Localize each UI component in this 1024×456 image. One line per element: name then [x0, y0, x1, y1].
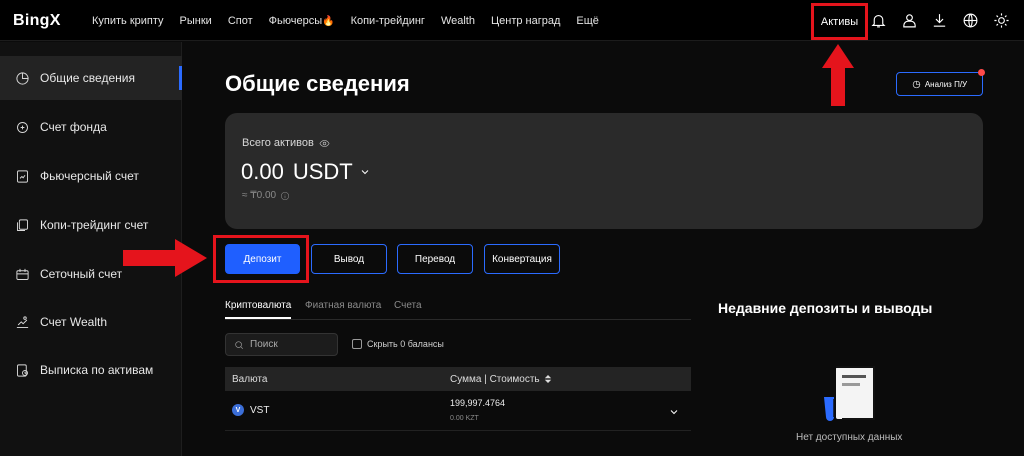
search-box [225, 333, 338, 356]
sidebar-item-asset-statement[interactable]: Выписка по активам [0, 348, 182, 392]
annotation-arrow-right-icon [123, 239, 207, 277]
tab-crypto[interactable]: Криптовалюта [225, 300, 291, 311]
coin-amount: 199,997.4764 [450, 398, 506, 408]
grid-icon [14, 266, 30, 282]
chevron-down-icon[interactable] [668, 405, 680, 417]
table-row[interactable]: V VST 199,997.4764 0.00 KZT [225, 393, 691, 431]
total-assets-label: Всего активов [242, 137, 330, 149]
download-icon[interactable] [930, 11, 948, 29]
fire-icon: 🔥 [322, 15, 335, 27]
total-assets-card: Всего активов 0.00 USDT ≈ ₸0.00 [225, 113, 983, 229]
nav-copy-trading[interactable]: Копи-трейдинг [351, 15, 425, 27]
sidebar-item-futures-account[interactable]: Фьючерсный счет [0, 154, 182, 198]
hide-zero-balances-toggle[interactable]: Скрыть 0 балансы [352, 339, 444, 349]
asset-tabs: Криптовалюта Фиатная валюта Счета [225, 296, 691, 320]
eye-icon[interactable] [319, 138, 330, 149]
sidebar-item-label: Копи-трейдинг счет [40, 218, 149, 232]
sidebar-item-label: Выписка по активам [40, 363, 154, 377]
main-nav: Купить крипту Рынки Спот Фьючерсы🔥 Копи-… [92, 0, 615, 41]
bell-icon[interactable] [869, 11, 887, 29]
sidebar-item-wealth-account[interactable]: Счет Wealth [0, 300, 182, 344]
nav-markets[interactable]: Рынки [180, 15, 212, 27]
deposit-button[interactable]: Депозит [225, 244, 300, 274]
sort-icon[interactable] [544, 375, 552, 383]
sidebar-item-label: Сеточный счет [40, 267, 123, 281]
column-amount-label: Сумма | Стоимость [450, 374, 540, 385]
coin-symbol: VST [250, 405, 270, 416]
futures-icon [14, 168, 30, 184]
user-icon[interactable] [900, 11, 918, 29]
nav-rewards-center[interactable]: Центр наград [491, 15, 560, 27]
vst-coin-icon: V [232, 404, 244, 416]
nav-futures[interactable]: Фьючерсы🔥 [269, 15, 335, 27]
pnl-analysis-button[interactable]: Анализ П/У [896, 69, 985, 96]
nav-buy-crypto[interactable]: Купить крипту [92, 15, 164, 27]
wealth-icon [14, 314, 30, 330]
total-assets-value: 0.00 USDT [241, 159, 371, 185]
fund-icon [14, 119, 30, 135]
tab-accounts[interactable]: Счета [394, 300, 422, 311]
sidebar-item-fund-account[interactable]: Счет фонда [0, 105, 182, 149]
tab-fiat[interactable]: Фиатная валюта [305, 300, 381, 311]
search-icon [235, 340, 243, 349]
sidebar-item-label: Счет Wealth [40, 315, 108, 329]
sidebar-item-overview[interactable]: Общие сведения [0, 56, 182, 100]
chevron-down-icon[interactable] [359, 166, 371, 178]
pnl-analysis-label: Анализ П/У [924, 79, 968, 89]
withdraw-button[interactable]: Вывод [311, 244, 387, 274]
column-currency: Валюта [232, 374, 268, 385]
nav-more[interactable]: Ещё [576, 15, 599, 27]
search-input[interactable] [250, 339, 330, 350]
empty-document-icon [818, 363, 880, 423]
nav-spot[interactable]: Спот [228, 15, 253, 27]
column-amount-value[interactable]: Сумма | Стоимость [450, 374, 552, 385]
sun-icon[interactable] [992, 11, 1010, 29]
info-icon[interactable] [280, 191, 290, 201]
empty-state-text: Нет доступных данных [796, 432, 903, 443]
approx-fiat-value: ≈ ₸0.00 [242, 190, 290, 201]
active-tab-indicator [225, 317, 291, 319]
top-navigation-bar: BingX Купить крипту Рынки Спот Фьючерсы🔥… [0, 0, 1024, 41]
nav-futures-label: Фьючерсы [268, 14, 323, 27]
sidebar-item-label: Общие сведения [40, 71, 135, 85]
page-title: Общие сведения [225, 71, 410, 96]
nav-wealth[interactable]: Wealth [441, 15, 475, 27]
total-assets-label-text: Всего активов [242, 137, 314, 149]
approx-fiat-text: ≈ ₸0.00 [242, 190, 277, 201]
globe-icon[interactable] [961, 11, 979, 29]
transfer-button[interactable]: Перевод [397, 244, 473, 274]
statement-icon [14, 362, 30, 378]
sidebar-item-label: Фьючерсный счет [40, 169, 139, 183]
bingx-logo[interactable]: BingX [13, 12, 61, 30]
hide-zero-checkbox[interactable] [352, 339, 362, 349]
pie-chart-icon [14, 70, 30, 86]
assets-button[interactable]: Активы [811, 3, 868, 40]
pie-chart-icon [912, 80, 921, 88]
coin-fiat-value: 0.00 KZT [450, 415, 479, 422]
total-amount: 0.00 [241, 159, 284, 184]
annotation-arrow-up-icon [822, 44, 854, 106]
hide-zero-label: Скрыть 0 балансы [367, 339, 444, 349]
assets-table-header: Валюта Сумма | Стоимость [225, 367, 691, 391]
recent-deposits-withdrawals-title: Недавние депозиты и выводы [718, 300, 933, 316]
currency-selector[interactable]: USDT [293, 159, 353, 185]
notification-dot [978, 69, 985, 76]
copy-trading-icon [14, 217, 30, 233]
sidebar-item-label: Счет фонда [40, 120, 107, 134]
convert-button[interactable]: Конвертация [484, 244, 560, 274]
